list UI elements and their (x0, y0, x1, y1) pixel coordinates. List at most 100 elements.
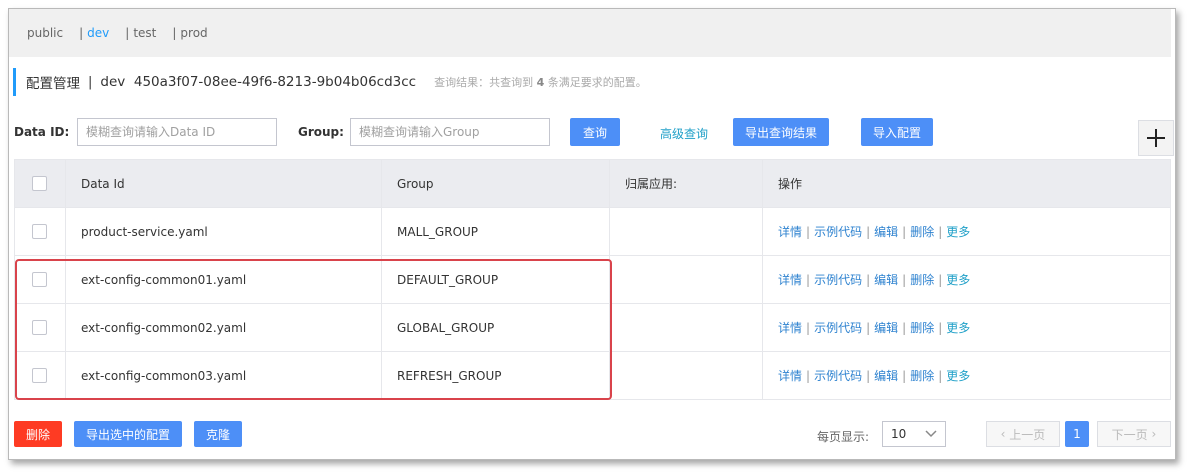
title-separator: | (88, 74, 93, 90)
app-cell (609, 207, 763, 256)
app-cell (609, 351, 763, 400)
group-search-input[interactable] (350, 118, 550, 146)
select-all-checkbox[interactable] (32, 176, 47, 191)
row-checkbox[interactable] (32, 224, 47, 239)
data-id-label: Data ID: (14, 125, 70, 139)
row-checkbox[interactable] (32, 320, 47, 335)
prev-page-button[interactable]: ‹ 上一页 (986, 421, 1060, 447)
app-cell (609, 255, 763, 304)
detail-link[interactable]: 详情 (778, 225, 802, 239)
sample-code-link[interactable]: 示例代码 (814, 369, 862, 383)
batch-delete-button[interactable]: 删除 (14, 421, 63, 447)
export-selected-button[interactable]: 导出选中的配置 (74, 421, 183, 447)
sample-code-link[interactable]: 示例代码 (814, 273, 862, 287)
namespace-label: test (133, 26, 157, 40)
detail-link[interactable]: 详情 (778, 369, 802, 383)
export-results-button[interactable]: 导出查询结果 (733, 118, 830, 146)
row-select-cell (14, 207, 66, 256)
sample-code-link[interactable]: 示例代码 (814, 321, 862, 335)
delete-link[interactable]: 删除 (910, 273, 934, 287)
row-select-cell (14, 303, 66, 352)
row-select-cell (14, 351, 66, 400)
result-count: 4 (536, 76, 545, 89)
table-footer: 删除 导出选中的配置 克隆 每页显示: 10 ‹ 上一页 1 下一页 › (14, 421, 1171, 447)
more-link[interactable]: 更多 (946, 369, 970, 383)
namespace-tab-test[interactable]: | test (125, 26, 156, 40)
data-id-search-input[interactable] (77, 118, 277, 146)
page-size-select[interactable]: 10 (882, 421, 946, 447)
more-link[interactable]: 更多 (946, 273, 970, 287)
group-cell: DEFAULT_GROUP (381, 255, 610, 304)
namespace-label: dev (87, 26, 110, 40)
next-page-button[interactable]: 下一页 › (1097, 421, 1171, 447)
app-cell (609, 303, 763, 352)
namespace-label: prod (180, 26, 208, 40)
delete-link[interactable]: 删除 (910, 321, 934, 335)
page-title: 配置管理 (26, 76, 80, 92)
group-cell: MALL_GROUP (381, 207, 610, 256)
group-cell: REFRESH_GROUP (381, 351, 610, 400)
data-id-cell: ext-config-common03.yaml (65, 351, 382, 400)
column-header-data-id: Data Id (65, 159, 382, 208)
namespace-tab-dev[interactable]: | dev (79, 26, 109, 40)
prev-page-label: 上一页 (1009, 427, 1046, 442)
query-result-summary: 查询结果：共查询到 4 条满足要求的配置。 (434, 74, 647, 90)
column-header-actions: 操作 (762, 159, 1171, 208)
page-size-value: 10 (891, 427, 907, 441)
current-page-button[interactable]: 1 (1065, 421, 1089, 447)
select-all-cell (14, 159, 66, 208)
edit-link[interactable]: 编辑 (874, 369, 898, 383)
table-row: ext-config-common01.yaml DEFAULT_GROUP 详… (14, 255, 1171, 304)
data-id-cell: product-service.yaml (65, 207, 382, 256)
actions-cell: 详情 | 示例代码 | 编辑 | 删除 | 更多 (762, 207, 1171, 256)
namespace-tab-prod[interactable]: | prod (172, 26, 207, 40)
namespace-separator: | (125, 26, 130, 40)
result-suffix: 条满足要求的配置。 (547, 76, 647, 89)
row-checkbox[interactable] (32, 368, 47, 383)
actions-cell: 详情 | 示例代码 | 编辑 | 删除 | 更多 (762, 255, 1171, 304)
chevron-right-icon: › (1147, 427, 1157, 441)
edit-link[interactable]: 编辑 (874, 273, 898, 287)
query-button[interactable]: 查询 (570, 118, 620, 146)
result-prefix: 查询结果：共查询到 (434, 76, 534, 89)
namespace-bar: public | dev | test | prod (9, 9, 1171, 57)
edit-link[interactable]: 编辑 (874, 321, 898, 335)
sample-code-link[interactable]: 示例代码 (814, 225, 862, 239)
table-row: ext-config-common02.yaml GLOBAL_GROUP 详情… (14, 303, 1171, 352)
row-select-cell (14, 255, 66, 304)
next-page-label: 下一页 (1111, 427, 1148, 442)
table-row: ext-config-common03.yaml REFRESH_GROUP 详… (14, 351, 1171, 400)
column-header-app: 归属应用: (609, 159, 763, 208)
chevron-down-icon (925, 430, 937, 438)
column-header-group: Group (381, 159, 610, 208)
more-link[interactable]: 更多 (946, 321, 970, 335)
more-link[interactable]: 更多 (946, 225, 970, 239)
clone-button[interactable]: 克隆 (194, 421, 243, 447)
table-header-row: Data Id Group 归属应用: 操作 (14, 159, 1171, 208)
config-management-window: public | dev | test | prod 配置管理 | dev 45… (8, 8, 1176, 460)
table-row: product-service.yaml MALL_GROUP 详情 | 示例代码 |… (14, 207, 1171, 256)
search-row: Data ID: Group: 查询 高级查询 导出查询结果 导入配置 (14, 117, 1174, 156)
group-label: Group: (298, 125, 344, 139)
namespace-label: public (27, 26, 64, 40)
detail-link[interactable]: 详情 (778, 321, 802, 335)
row-checkbox[interactable] (32, 272, 47, 287)
delete-link[interactable]: 删除 (910, 225, 934, 239)
page-title-bar: 配置管理 | dev 450a3f07-08ee-49f6-8213-9b04b… (13, 68, 647, 96)
detail-link[interactable]: 详情 (778, 273, 802, 287)
namespace-tab-public[interactable]: public (27, 26, 63, 40)
advanced-query-link[interactable]: 高级查询 (660, 125, 708, 142)
namespace-separator: | (172, 26, 177, 40)
config-table: Data Id Group 归属应用: 操作 product-service.y… (14, 159, 1171, 400)
add-config-button[interactable] (1138, 120, 1174, 156)
actions-cell: 详情 | 示例代码 | 编辑 | 删除 | 更多 (762, 351, 1171, 400)
chevron-left-icon: ‹ (1000, 427, 1010, 441)
namespace-separator: | (79, 26, 84, 40)
actions-cell: 详情 | 示例代码 | 编辑 | 删除 | 更多 (762, 303, 1171, 352)
import-config-button[interactable]: 导入配置 (861, 118, 934, 146)
page-size-label: 每页显示: (817, 430, 870, 444)
plus-icon (1147, 129, 1165, 147)
data-id-cell: ext-config-common01.yaml (65, 255, 382, 304)
delete-link[interactable]: 删除 (910, 369, 934, 383)
edit-link[interactable]: 编辑 (874, 225, 898, 239)
